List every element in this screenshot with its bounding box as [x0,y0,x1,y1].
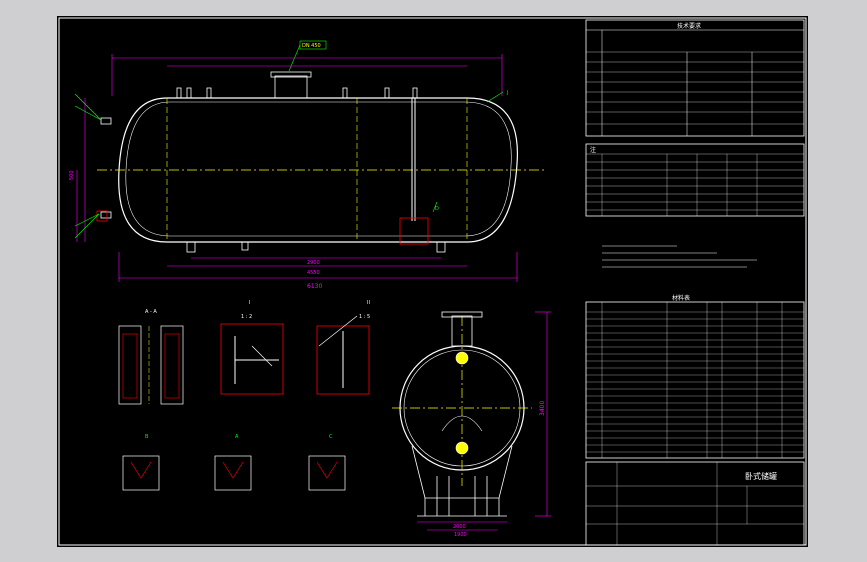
vessel-end-view: 3400 2000 1900 [392,311,551,538]
detail-views: A - A I 1 : 2 II 1 : 5 B A C [118,300,370,491]
dim-support-spacing: 2900 [307,260,320,266]
drawing-sheet: DN 450 6130 4550 2900 500 J D 3400 2000 … [57,16,808,547]
dim-inner: 1900 [454,532,467,538]
design-data-table [585,19,805,137]
vessel-inner-shell [125,101,512,237]
view-i-scale: 1 : 2 [241,314,252,320]
part-a: A [235,434,239,440]
top-nozzles [176,71,418,99]
title-and-tables: 技术要求 注 材料表 卧式储罐 [585,19,805,546]
view-aa-label: A - A [145,309,157,315]
bottom-supports [186,241,446,253]
dim-left-height: 500 [69,170,75,180]
view-ii-scale: 1 : 5 [359,314,370,320]
part-c: C [329,434,333,440]
table-header-left: 注 [590,146,596,154]
vessel-elevation-view: DN 450 6130 4550 2900 500 J D [69,40,547,290]
notes-header: 技术要求 [677,22,701,30]
part-b: B [145,434,149,440]
dimension-lines [76,54,518,282]
dim-base: 2000 [453,524,466,530]
leader-label-j: J [506,90,508,96]
nozzle-table [585,143,805,217]
title-block-name: 卧式储罐 [745,471,777,481]
top-nozzle-label: DN 450 [302,43,321,49]
sheet-frame [58,17,807,546]
left-nozzles [100,117,112,219]
detail-box-d [399,217,429,245]
cad-drawing: DN 450 6130 4550 2900 500 J D 3400 2000 … [58,17,807,546]
technical-notes [602,245,757,268]
leader-label-d: D [435,206,439,212]
leader-lines [74,91,504,239]
view-ii-label: II [367,300,370,306]
parts-list-table [585,301,805,459]
view-i-label: I [249,300,250,306]
dim-height: 3400 [539,401,546,416]
dim-shell-length: 4550 [307,270,320,276]
material-header: 材料表 [672,294,690,302]
dim-total-length: 6130 [307,283,322,290]
